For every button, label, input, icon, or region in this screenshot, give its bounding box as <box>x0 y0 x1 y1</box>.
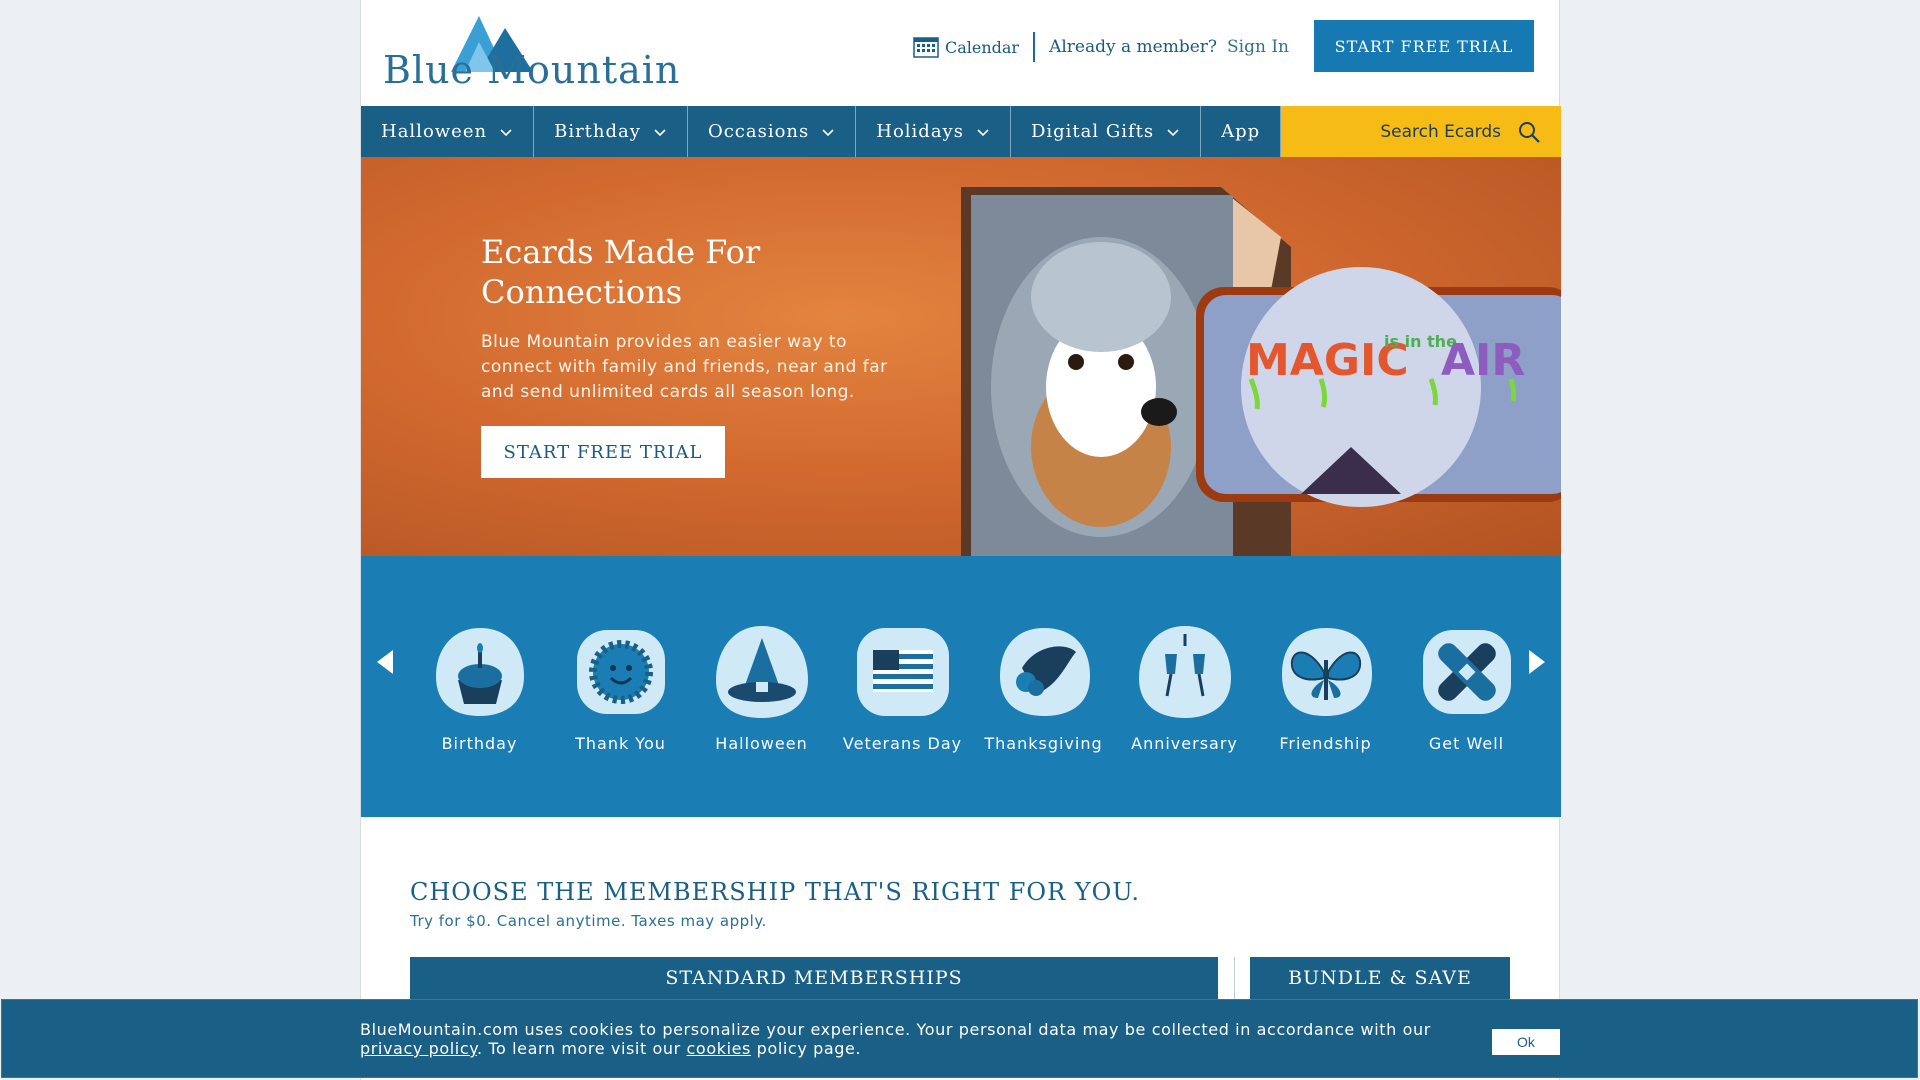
nav-label: Digital Gifts <box>1030 121 1155 142</box>
hero-description: Blue Mountain provides an easier way to … <box>481 332 888 402</box>
champagne-glasses-icon <box>1138 626 1231 718</box>
nav-label: Holidays <box>876 121 964 142</box>
nav-item-digital-gifts[interactable]: Digital Gifts <box>1010 106 1202 157</box>
tab-bundle-and-save[interactable]: BUNDLE & SAVE <box>1250 957 1510 999</box>
nav-item-holidays[interactable]: Holidays <box>856 106 1011 157</box>
logo-text: Blue Mountain <box>383 48 681 92</box>
carousel-next-arrow-icon[interactable] <box>1527 648 1547 676</box>
sign-in-link[interactable]: Sign In <box>1227 37 1289 57</box>
tab-divider <box>1234 957 1235 999</box>
category-birthday[interactable]: Birthday <box>409 624 550 753</box>
nav-item-app[interactable]: App <box>1201 106 1282 157</box>
category-thanksgiving[interactable]: Thanksgiving <box>973 624 1114 753</box>
search-icon[interactable] <box>1517 120 1541 144</box>
hero-banner: Ecards Made For Connections Blue Mountai… <box>361 157 1561 556</box>
hero-title: Ecards Made For Connections <box>481 233 761 311</box>
nav-label: Occasions <box>707 121 810 142</box>
category-label: Birthday <box>441 734 518 753</box>
cookie-ok-button[interactable]: Ok <box>1491 1028 1561 1056</box>
chevron-down-icon <box>1167 128 1179 136</box>
header-links: Calendar Already a member? Sign In <box>913 32 1289 62</box>
category-label: Veterans Day <box>842 734 963 753</box>
hero-start-free-trial-button[interactable]: START FREE TRIAL <box>481 426 725 478</box>
search-label: Search Ecards <box>1380 121 1501 142</box>
privacy-policy-link[interactable]: privacy policy <box>360 1039 477 1058</box>
blue-mountain-logo[interactable]: Blue Mountain <box>383 14 679 94</box>
category-halloween[interactable]: Halloween <box>691 624 832 753</box>
category-label: Thank You <box>575 734 666 753</box>
chevron-down-icon <box>822 128 834 136</box>
hero-ecard-illustration: MAGIC is in the AIR <box>961 187 1561 556</box>
chevron-down-icon <box>500 128 512 136</box>
cookie-text-start: BlueMountain.com uses cookies to persona… <box>360 1020 1431 1039</box>
category-label: Thanksgiving <box>984 734 1103 753</box>
category-label: Anniversary <box>1131 734 1238 753</box>
start-free-trial-button[interactable]: START FREE TRIAL <box>1314 20 1534 72</box>
butterfly-icon <box>1281 628 1372 716</box>
cookie-message: BlueMountain.com uses cookies to persona… <box>360 1020 1470 1058</box>
nav-label: App <box>1221 121 1261 142</box>
category-carousel: Birthday Thank You Halloween Veterans Da… <box>361 556 1561 817</box>
chevron-down-icon <box>654 128 666 136</box>
category-get-well[interactable]: Get Well <box>1396 624 1537 753</box>
search-ecards-field[interactable]: Search Ecards <box>1281 106 1561 157</box>
page: Blue Mountain Calendar Already a member?… <box>360 0 1561 1080</box>
card-word-air: AIR <box>1441 335 1525 386</box>
calendar-icon <box>913 37 939 58</box>
category-veterans-day[interactable]: Veterans Day <box>832 624 973 753</box>
tab-standard-memberships[interactable]: STANDARD MEMBERSHIPS <box>410 957 1218 999</box>
witch-hat-icon <box>715 626 808 718</box>
nav-item-birthday[interactable]: Birthday <box>534 106 688 157</box>
header-divider <box>1033 32 1036 62</box>
category-label: Get Well <box>1428 734 1505 753</box>
bandage-icon <box>1422 630 1511 714</box>
membership-subtitle: Try for $0. Cancel anytime. Taxes may ap… <box>410 912 767 930</box>
site-header: Blue Mountain Calendar Already a member?… <box>361 0 1559 106</box>
calendar-link[interactable]: Calendar <box>913 36 1019 58</box>
category-label: Friendship <box>1279 734 1372 753</box>
category-label: Halloween <box>715 734 808 753</box>
membership-heading: CHOOSE THE MEMBERSHIP THAT'S RIGHT FOR Y… <box>410 878 1140 906</box>
cornucopia-icon <box>999 628 1090 716</box>
cookie-consent-bar: BlueMountain.com uses cookies to persona… <box>1 999 1918 1078</box>
main-nav: Halloween Birthday Occasions Holidays Di… <box>361 106 1561 157</box>
cookie-text-middle: . To learn more visit our <box>477 1039 687 1058</box>
category-friendship[interactable]: Friendship <box>1255 624 1396 753</box>
category-list: Birthday Thank You Halloween Veterans Da… <box>409 624 1537 753</box>
member-prompt: Already a member? <box>1049 37 1218 57</box>
chevron-down-icon <box>977 128 989 136</box>
category-thank-you[interactable]: Thank You <box>550 624 691 753</box>
carousel-prev-arrow-icon[interactable] <box>375 648 395 676</box>
nav-label: Halloween <box>381 121 488 142</box>
calendar-label: Calendar <box>944 37 1020 57</box>
cookie-text-end: policy page. <box>751 1039 862 1058</box>
us-flag-icon <box>856 628 949 716</box>
cupcake-icon <box>435 628 524 716</box>
nav-label: Birthday <box>554 121 641 142</box>
category-anniversary[interactable]: Anniversary <box>1114 624 1255 753</box>
sun-smile-icon <box>576 630 665 714</box>
cookies-link[interactable]: cookies <box>687 1039 751 1058</box>
nav-item-occasions[interactable]: Occasions <box>687 106 857 157</box>
nav-item-halloween[interactable]: Halloween <box>361 106 535 157</box>
